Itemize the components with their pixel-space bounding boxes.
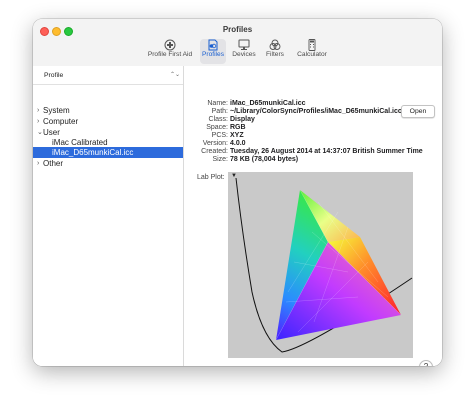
disclosure-triangle-icon[interactable]: › xyxy=(37,116,39,127)
sidebar-item-label: iMac_D65munkiCal.icc xyxy=(52,148,134,157)
detail-label: Name: xyxy=(207,100,228,107)
detail-label: Path: xyxy=(211,108,228,115)
sidebar-item-imac-d65munkical[interactable]: iMac_D65munkiCal.icc xyxy=(33,147,183,158)
help-button[interactable]: ? xyxy=(419,360,433,366)
detail-label: Version: xyxy=(202,140,228,147)
detail-row-pcs: PCS: XYZ xyxy=(184,132,442,140)
chevron-updown-icon: ⌃⌄ xyxy=(169,72,180,78)
toolbar-label: Profiles xyxy=(202,51,224,58)
toolbar-label: Devices xyxy=(232,51,256,58)
detail-row-size: Size: 78 KB (78,004 bytes) xyxy=(184,156,442,164)
open-button[interactable]: Open xyxy=(401,105,435,118)
disclosure-triangle-icon[interactable]: › xyxy=(37,158,39,169)
detail-label: PCS: xyxy=(211,132,228,139)
detail-row-created: Created: Tuesday, 26 August 2014 at 14:3… xyxy=(184,148,442,156)
detail-label: Created: xyxy=(201,148,228,155)
toolbar-calculator[interactable]: Calculator xyxy=(294,39,330,64)
sidebar-item-computer[interactable]: › Computer xyxy=(33,116,183,127)
dropdown-value: Profile xyxy=(44,72,64,79)
profiles-icon xyxy=(208,39,218,51)
detail-label: Space: xyxy=(206,124,228,131)
toolbar-devices[interactable]: Devices xyxy=(230,39,258,64)
first-aid-icon xyxy=(164,39,176,51)
toolbar-profiles[interactable]: Profiles xyxy=(200,39,226,64)
detail-value: 78 KB (78,004 bytes) xyxy=(230,156,299,163)
toolbar-filters[interactable]: Filters xyxy=(263,39,287,64)
detail-value: RGB xyxy=(230,124,246,131)
detail-row-space: Space: RGB xyxy=(184,124,442,132)
calculator-icon xyxy=(308,39,316,51)
sidebar-item-other[interactable]: › Other xyxy=(33,158,183,169)
detail-value: Display xyxy=(230,116,255,123)
sidebar-divider xyxy=(33,84,183,85)
lab-plot[interactable]: ▼ xyxy=(228,172,413,358)
window-title: Profiles xyxy=(222,25,253,34)
sidebar-item-label: Other xyxy=(43,159,64,168)
toolbar-profile-first-aid[interactable]: Profile First Aid xyxy=(141,39,199,64)
detail-label: Class: xyxy=(208,116,228,123)
detail-value: 4.0.0 xyxy=(230,140,246,147)
sidebar-item-label: System xyxy=(43,106,70,115)
disclosure-triangle-icon[interactable]: › xyxy=(37,105,39,116)
gamut-plot-svg xyxy=(235,177,413,353)
detail-value: iMac_D65munkiCal.icc xyxy=(230,100,306,107)
toolbar-label: Filters xyxy=(266,51,284,58)
detail-value: Tuesday, 26 August 2014 at 14:37:07 Brit… xyxy=(230,148,423,155)
detail-label: Size: xyxy=(212,156,228,163)
sidebar-item-system[interactable]: › System xyxy=(33,105,183,116)
title-bar: Profiles Profile First Aid Profiles Devi… xyxy=(33,19,442,67)
sidebar-item-label: Computer xyxy=(43,117,79,126)
detail-value: XYZ xyxy=(230,132,244,139)
detail-value: ~/Library/ColorSync/Profiles/iMac_D65mun… xyxy=(230,108,402,115)
detail-row-version: Version: 4.0.0 xyxy=(184,140,442,148)
sidebar: Profile ⌃⌄ › System › Computer ⌄ User iM… xyxy=(33,66,184,366)
toolbar-label: Calculator xyxy=(297,51,327,58)
profile-view-dropdown[interactable]: Profile ⌃⌄ xyxy=(37,71,184,80)
profile-details-pane: Name: iMac_D65munkiCal.icc Path: ~/Libra… xyxy=(184,66,442,366)
lab-plot-label: Lab Plot: xyxy=(197,174,225,181)
colorsync-window: Profiles Profile First Aid Profiles Devi… xyxy=(33,19,442,366)
toolbar-label: Profile First Aid xyxy=(147,51,193,58)
filters-icon xyxy=(269,39,281,50)
display-icon xyxy=(238,39,250,50)
